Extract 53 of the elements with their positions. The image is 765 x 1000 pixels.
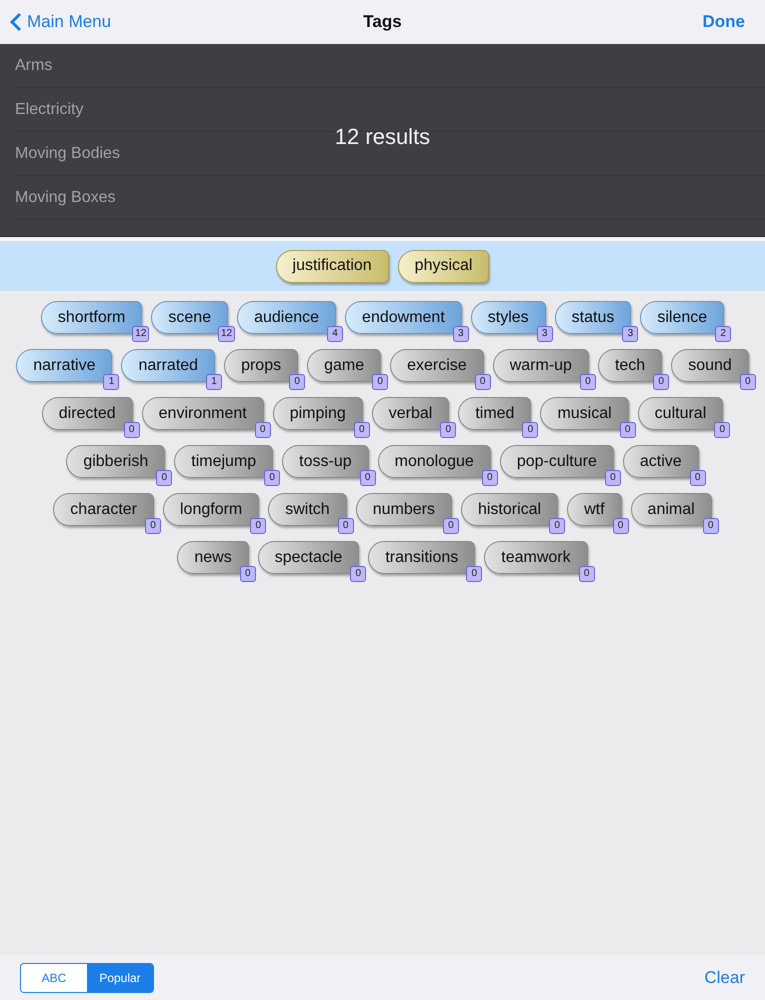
clear-button[interactable]: Clear <box>704 968 745 988</box>
count-badge: 0 <box>250 518 266 534</box>
results-count: 12 results <box>334 124 430 149</box>
count-badge: 0 <box>338 518 354 534</box>
count-badge: 0 <box>124 422 140 438</box>
count-badge: 12 <box>132 326 150 342</box>
count-badge: 0 <box>240 566 256 582</box>
count-badge: 0 <box>604 470 621 486</box>
count-badge: 0 <box>740 374 756 390</box>
count-badge: 0 <box>702 518 719 534</box>
count-badge: 0 <box>714 422 730 438</box>
count-badge: 0 <box>442 518 459 534</box>
sort-segment[interactable]: ABC <box>21 964 87 992</box>
count-badge: 0 <box>289 374 306 390</box>
count-badge: 12 <box>218 326 236 342</box>
count-badge: 1 <box>206 374 222 390</box>
list-item[interactable]: Electricity <box>15 100 84 118</box>
count-badge: 0 <box>620 422 636 438</box>
count-badge: 3 <box>452 326 469 342</box>
count-badge: 0 <box>354 422 370 438</box>
count-badge: 0 <box>578 566 595 582</box>
count-badge: 0 <box>522 422 538 438</box>
nav-title: Tags <box>363 12 402 31</box>
count-badge: 0 <box>156 470 172 486</box>
done-button[interactable]: Done <box>702 12 745 32</box>
chevron-left-icon <box>10 12 22 32</box>
count-badge: 0 <box>145 518 161 534</box>
count-badge: 0 <box>372 374 388 390</box>
count-badge: 0 <box>690 470 706 486</box>
sort-segment[interactable]: Popular <box>87 964 153 992</box>
count-badge: 0 <box>440 422 456 438</box>
list-item[interactable]: Moving Boxes <box>15 188 116 206</box>
back-button[interactable]: Main Menu <box>10 12 112 32</box>
count-badge: 3 <box>536 326 553 342</box>
count-badge: 0 <box>360 470 376 486</box>
count-badge: 0 <box>466 566 482 582</box>
count-badge: 0 <box>653 374 670 390</box>
list-item[interactable]: Moving Bodies <box>15 144 120 162</box>
count-badge: 1 <box>103 374 120 390</box>
count-badge: 0 <box>254 422 271 438</box>
count-badge: 2 <box>715 326 732 342</box>
count-badge: 0 <box>549 518 566 534</box>
count-badge: 0 <box>350 566 366 582</box>
count-badge: 0 <box>474 374 491 390</box>
count-badge: 3 <box>622 326 638 342</box>
count-badge: 0 <box>264 470 280 486</box>
count-badge: 0 <box>580 374 596 390</box>
count-badge: 0 <box>612 518 629 534</box>
count-badge: 0 <box>482 470 498 486</box>
selected-tag[interactable]: physical <box>398 250 490 282</box>
count-badge: 4 <box>327 326 344 342</box>
selected-tag[interactable]: justification <box>276 250 389 282</box>
list-item[interactable]: Arms <box>15 56 52 74</box>
